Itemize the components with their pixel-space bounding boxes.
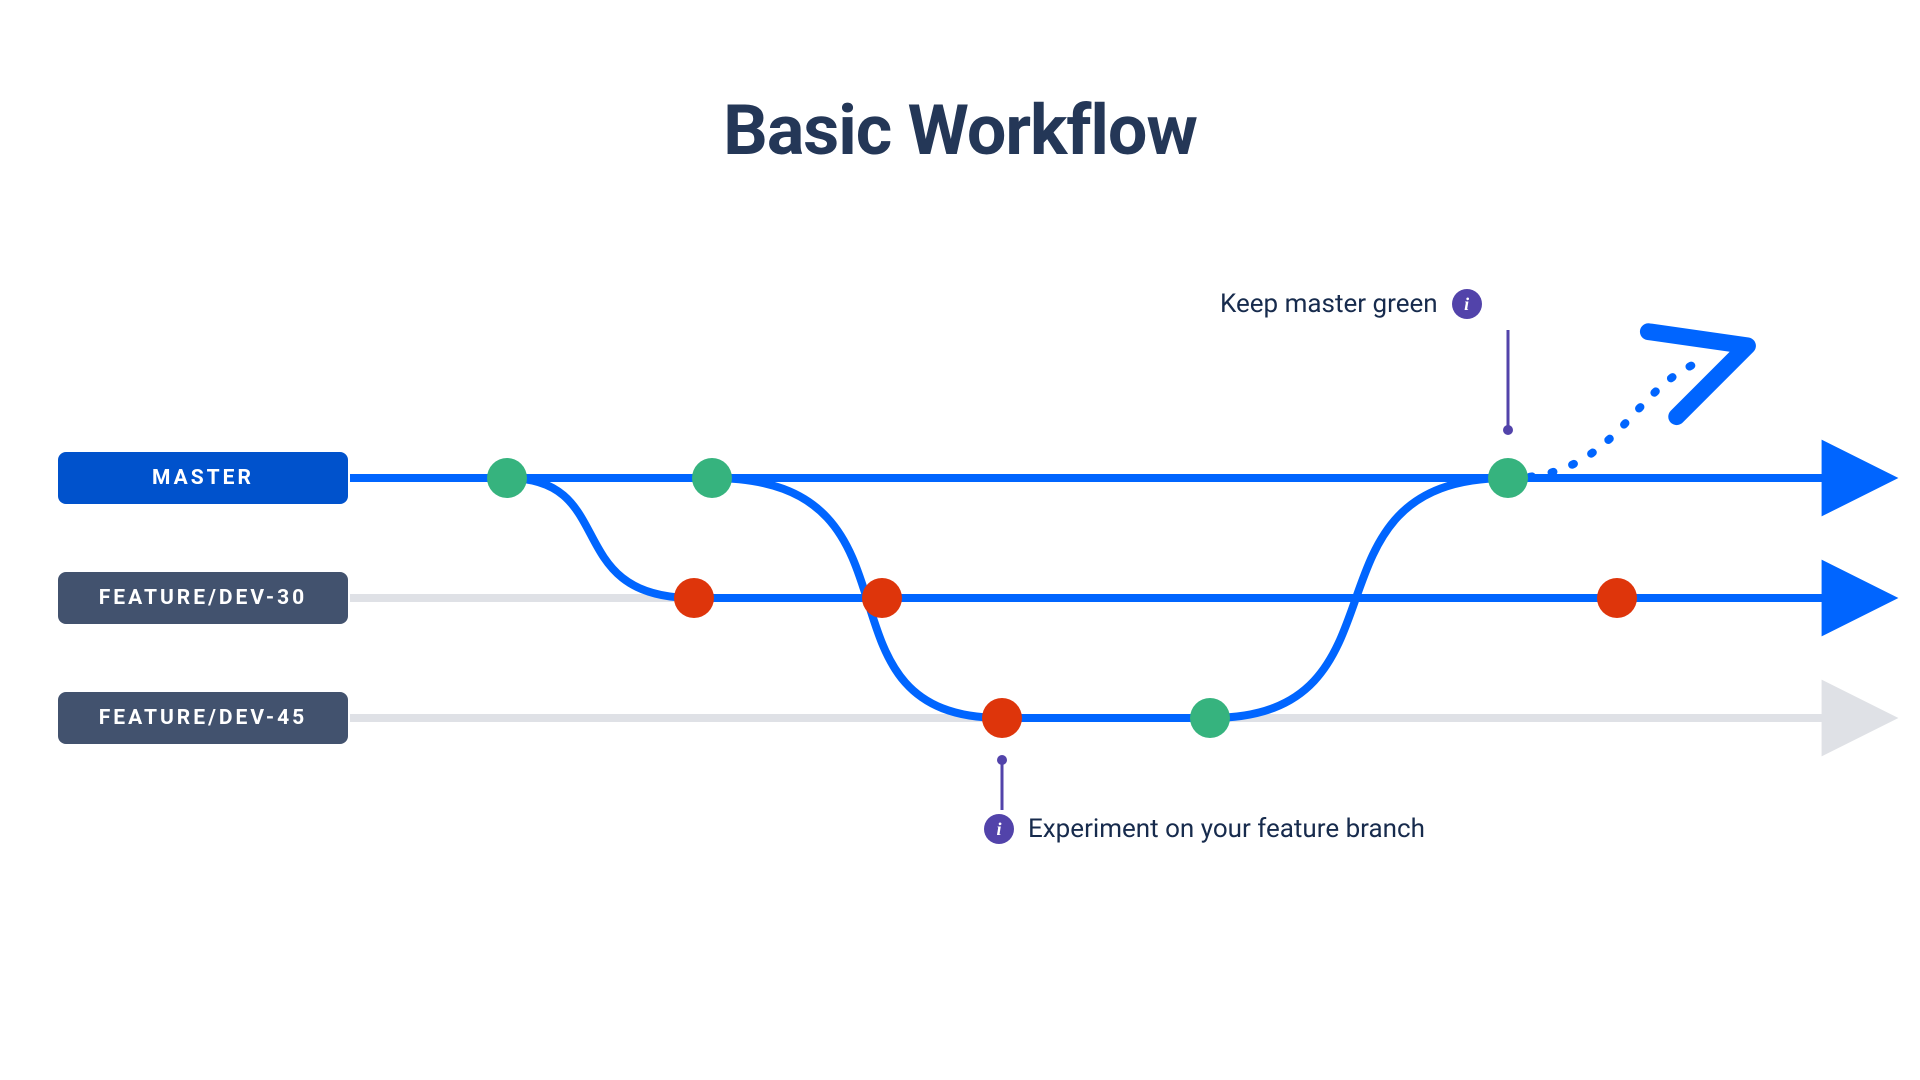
commit-dev30-2 <box>862 578 902 618</box>
commit-dev45-1 <box>982 698 1022 738</box>
commit-dev30-3 <box>1597 578 1637 618</box>
commit-dev45-2 <box>1190 698 1230 738</box>
commit-master-merge <box>1488 458 1528 498</box>
workflow-diagram: Basic Workflow MASTER FEATURE/DEV-30 FEA… <box>0 0 1920 1080</box>
git-graph-svg <box>0 0 1920 1080</box>
commit-master-2 <box>692 458 732 498</box>
commit-master-1 <box>487 458 527 498</box>
commit-dev30-1 <box>674 578 714 618</box>
